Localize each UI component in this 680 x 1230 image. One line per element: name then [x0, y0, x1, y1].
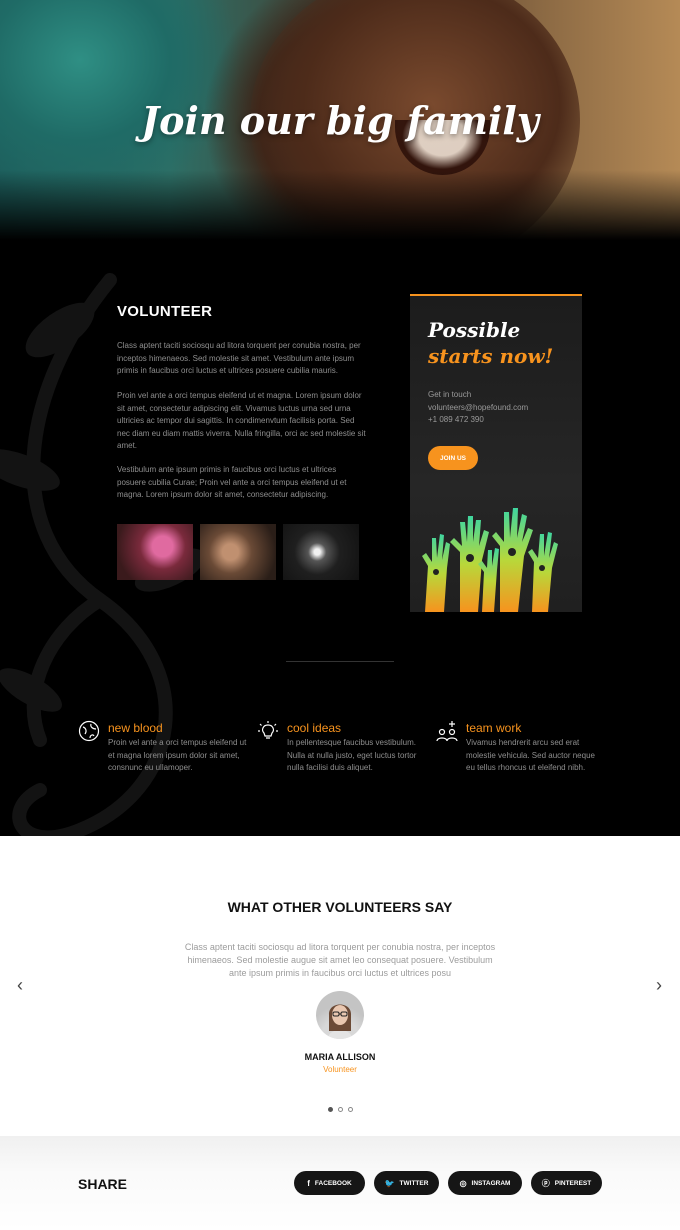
feature-title: team work: [466, 721, 522, 735]
volunteer-paragraph: Class aptent taciti sociosqu ad litora t…: [117, 341, 361, 375]
instagram-icon: ◎: [459, 1178, 467, 1188]
gallery-thumbnail[interactable]: [117, 524, 193, 580]
share-button-label: PINTEREST: [554, 1179, 592, 1187]
volunteer-title: VOLUNTEER: [117, 303, 213, 320]
volunteer-paragraph: Proin vel ante a orci tempus eleifend ut…: [117, 391, 366, 450]
carousel-dot[interactable]: [338, 1107, 343, 1112]
feature-text: Proin vel ante a orci tempus eleifend ut…: [108, 738, 247, 772]
photo-gallery: [117, 524, 359, 580]
twitter-share-button[interactable]: 🐦 TWITTER: [374, 1171, 439, 1195]
testimonial-role: Volunteer: [323, 1065, 357, 1074]
cta-heading-line2: starts now!: [428, 344, 554, 368]
cta-heading-line1: Possible: [428, 318, 521, 342]
join-us-button[interactable]: JOIN US: [428, 446, 478, 470]
lightbulb-icon: [258, 721, 278, 739]
testimonials-section: WHAT OTHER VOLUNTEERS SAY Class aptent t…: [0, 836, 680, 1136]
share-button-label: FACEBOOK: [314, 1179, 352, 1187]
contact-email[interactable]: volunteers@hopefound.com: [428, 402, 528, 415]
contact-phone[interactable]: +1 089 472 390: [428, 414, 528, 427]
carousel-next-arrow-icon[interactable]: ›: [652, 976, 666, 994]
feature-title: cool ideas: [287, 721, 342, 735]
feature-text: In pellentesque faucibus vestibulum. Nul…: [287, 738, 417, 772]
avatar: [316, 991, 364, 1039]
contact-label: Get in touch: [428, 390, 472, 399]
facebook-icon: f: [307, 1178, 310, 1188]
share-bar: SHARE f FACEBOOK 🐦 TWITTER ◎ INSTAGRAM ⓟ…: [0, 1136, 680, 1230]
team-icon: [436, 721, 458, 742]
feature-text: Vivamus hendrerit arcu sed erat molestie…: [466, 738, 595, 772]
carousel-prev-arrow-icon[interactable]: ‹: [13, 976, 27, 994]
cta-card: Possible starts now! Get in touch volunt…: [410, 294, 582, 612]
twitter-icon: 🐦: [384, 1178, 395, 1188]
gallery-thumbnail[interactable]: [200, 524, 276, 580]
contact-info: Get in touch volunteers@hopefound.com +1…: [428, 389, 528, 427]
carousel-dot[interactable]: [328, 1107, 333, 1112]
volunteer-section: VOLUNTEER Class aptent taciti sociosqu a…: [0, 240, 680, 836]
gallery-thumbnail[interactable]: [283, 524, 359, 580]
globe-icon: [78, 720, 100, 742]
testimonial-name: MARIA ALLISON: [304, 1052, 376, 1062]
pinterest-share-button[interactable]: ⓟ PINTEREST: [531, 1171, 602, 1195]
section-divider: [286, 661, 394, 662]
hero-banner: Join our big family: [0, 0, 680, 240]
carousel-dots: [328, 1107, 353, 1112]
testimonials-title: WHAT OTHER VOLUNTEERS SAY: [227, 899, 453, 915]
raised-hands-illustration: [422, 508, 558, 612]
share-button-label: INSTAGRAM: [471, 1179, 511, 1187]
volunteer-paragraph: Vestibulum ante ipsum primis in faucibus…: [117, 465, 347, 499]
feature-title: new blood: [108, 721, 163, 735]
instagram-share-button[interactable]: ◎ INSTAGRAM: [448, 1171, 522, 1195]
testimonial-quote: Class aptent taciti sociosqu ad litora t…: [184, 942, 496, 978]
facebook-share-button[interactable]: f FACEBOOK: [294, 1171, 365, 1195]
pinterest-icon: ⓟ: [541, 1178, 550, 1188]
hero-title: Join our big family: [141, 98, 539, 143]
share-button-label: TWITTER: [399, 1179, 429, 1187]
share-label: SHARE: [78, 1176, 128, 1192]
carousel-dot[interactable]: [348, 1107, 353, 1112]
